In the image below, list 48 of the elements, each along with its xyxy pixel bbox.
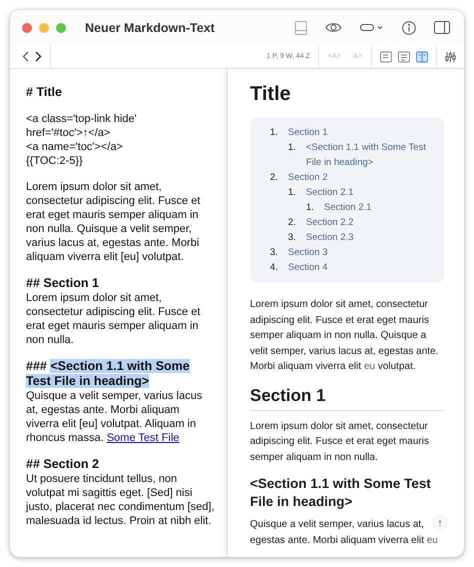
sliders-icon[interactable] xyxy=(445,50,456,62)
list-number: 2. xyxy=(270,171,279,185)
toc-link[interactable]: Section 1 xyxy=(288,125,434,140)
list-number: 2. xyxy=(288,216,297,230)
view-mode-button[interactable] xyxy=(380,50,392,62)
forward-icon[interactable] xyxy=(35,51,42,62)
toc-link[interactable]: Section 3 xyxy=(288,245,434,260)
markdown-paragraph: Lorem ipsum dolor sit amet, consectetur adipiscing elit. Fusce et erat eget mauris semper aliquam in non nulla. Quisque a velit semper, varius lacus at, egestas ante. Morbi aliquam viverra elit [eu] volutpat. xyxy=(26,180,202,264)
preview-link[interactable]: eu xyxy=(426,534,438,546)
preview-heading: Section 1 xyxy=(250,384,444,410)
markdown-html-lines: <a class='top-link hide' href='#toc'>↑</a> <a name='toc'></a> {{TOC:2-5}} xyxy=(26,112,138,168)
toc-link[interactable]: Section 2.1 xyxy=(324,200,434,215)
markdown-heading: ## Section 2 xyxy=(26,457,100,472)
preview-subheading: <Section 1.1 with Some Test File in heading> xyxy=(250,475,432,511)
toc-link[interactable]: Section 2.3 xyxy=(306,230,434,245)
back-icon[interactable] xyxy=(22,51,29,62)
window-title: Neuer Markdown-Text xyxy=(85,20,216,34)
list-number: 1. xyxy=(288,186,297,200)
list-number: 1. xyxy=(270,126,279,140)
close-button[interactable] xyxy=(22,22,32,32)
preview-title: Title xyxy=(250,82,292,107)
list-number: 3. xyxy=(270,246,279,260)
list-number: 4. xyxy=(270,261,279,275)
toc-link[interactable]: <Section 1.1 with Some Test File in heading> xyxy=(306,140,434,170)
eye-icon[interactable] xyxy=(325,22,342,33)
list-number: 3. xyxy=(288,231,297,245)
capsule-dropdown-icon[interactable] xyxy=(360,23,384,32)
list-number: 1. xyxy=(288,141,297,155)
markdown-heading: # Title xyxy=(26,85,63,100)
markdown-heading: ## Section 1 xyxy=(26,276,100,291)
back-to-top-button[interactable]: ↑ xyxy=(432,515,448,531)
view-mode-button[interactable] xyxy=(398,50,410,62)
toc-link[interactable]: Section 2.2 xyxy=(306,215,434,230)
toc-link[interactable]: Section 4 xyxy=(288,260,434,275)
list-number: 1. xyxy=(306,201,315,215)
info-icon[interactable] xyxy=(402,20,416,34)
toc-link[interactable]: Section 2 xyxy=(288,170,434,185)
preview-link[interactable]: eu xyxy=(364,361,376,372)
markdown-link[interactable]: Some Test File xyxy=(106,432,180,444)
markdown-paragraph: Lorem ipsum dolor sit amet, consectetur adipiscing elit. Fusce et erat eget mauris semper aliquam in non nulla. xyxy=(26,291,202,347)
markdown-heading: ### <Section 1.1 with Some Test File in heading> xyxy=(26,359,191,389)
sidebar-icon[interactable] xyxy=(434,21,450,34)
view-mode-button[interactable] xyxy=(416,50,428,62)
toc-link[interactable]: Section 2.1 xyxy=(306,185,434,200)
markdown-paragraph: Quisque a velit semper, varius lacus at, egestas ante. Morbi aliquam viverra elit [eu] volutpat. Aliquam in rhoncus massa. Some Test File xyxy=(26,389,204,445)
preview-paragraph: Lorem ipsum dolor sit amet, consectetur adipiscing elit. Fusce et erat eget mauris semper aliquam in non nulla. xyxy=(250,420,430,464)
preview-paragraph: Lorem ipsum dolor sit amet, consectetur adipiscing elit. Fusce et erat eget mauris semper aliquam in non nulla. Quisque a velit semper, varius lacus at, egestas ante. Morbi aliquam viverra elit eu volutpat. xyxy=(250,298,440,374)
markdown-paragraph: Ut posuere tincidunt tellus, non volutpat mi sagittis eget. [Sed] nisi justo, placerat nec condimentum [sed], malesuada id lectus. Proin at nibh elit. xyxy=(26,472,215,528)
